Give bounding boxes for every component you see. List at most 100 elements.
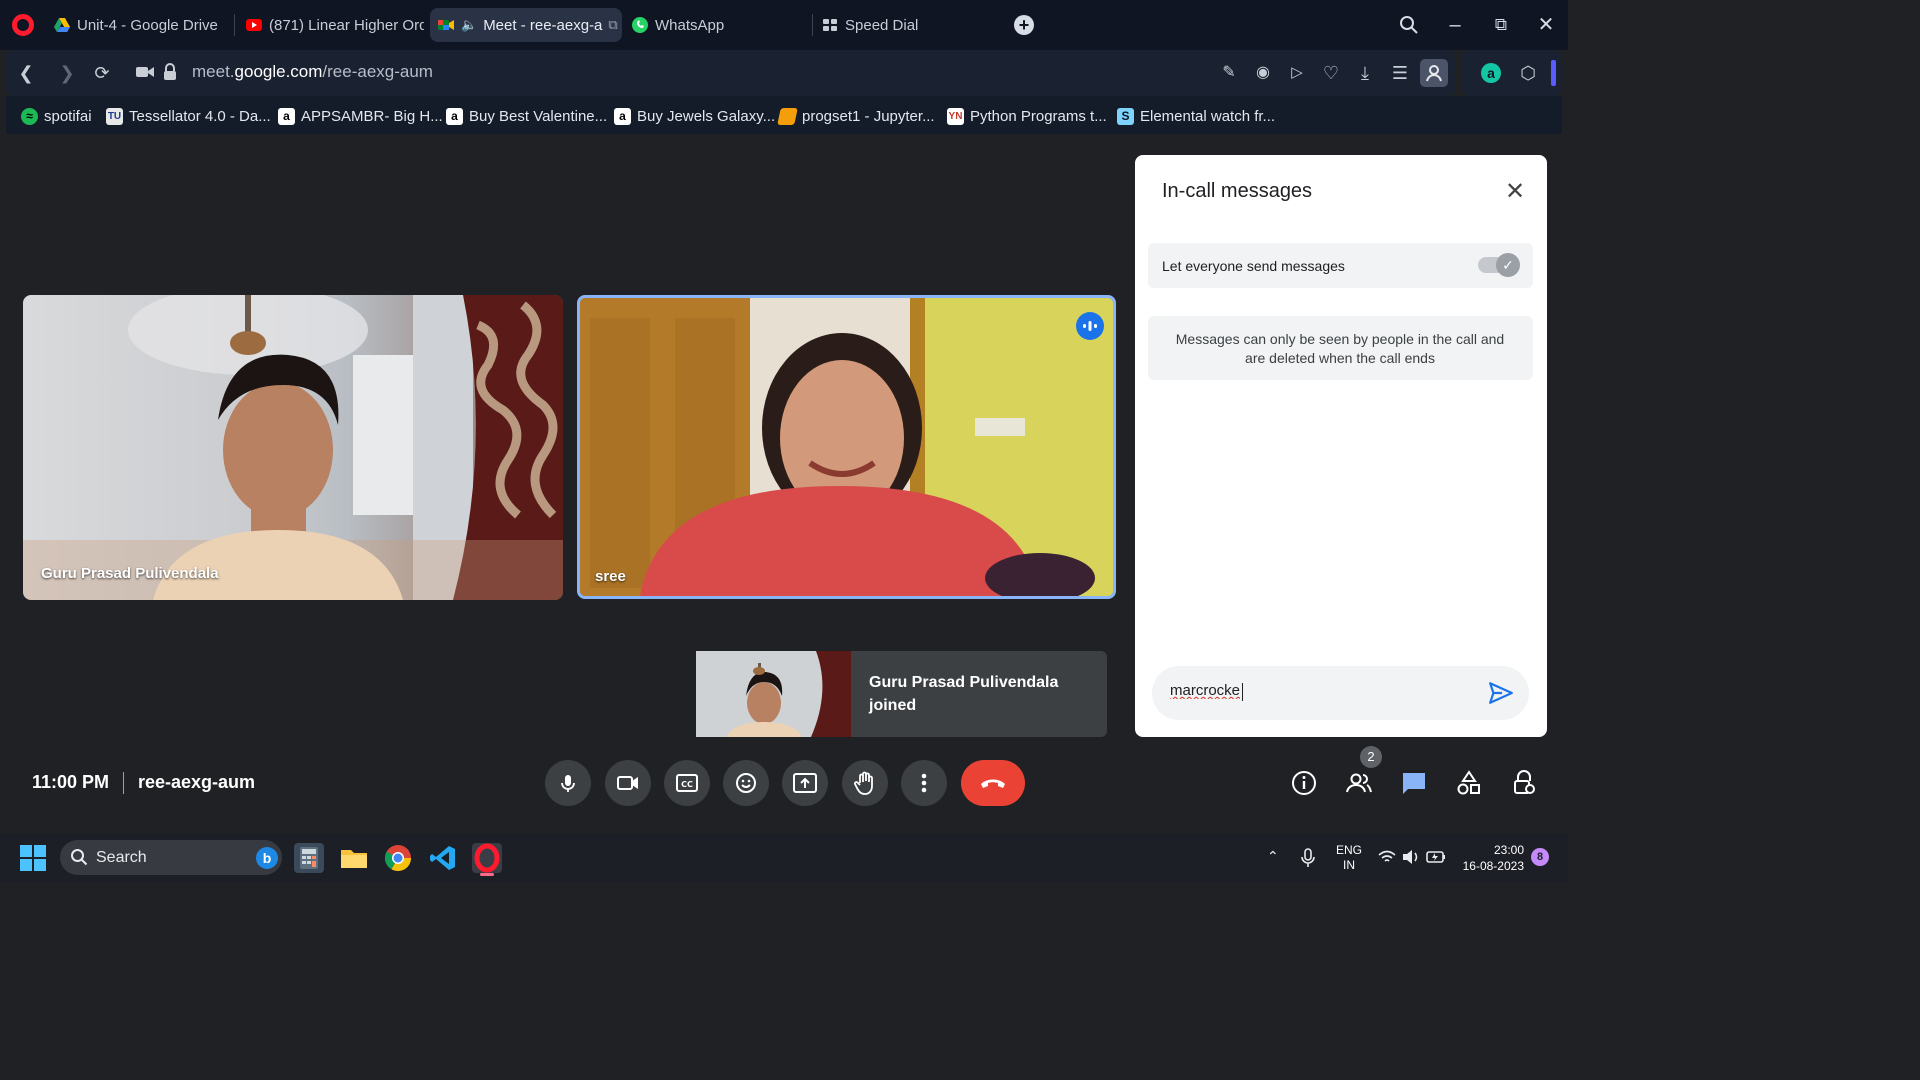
toggle-check-icon[interactable]: ✓ xyxy=(1496,253,1520,277)
tab-youtube[interactable]: (871) Linear Higher Ord xyxy=(238,8,424,42)
opera-menu-icon[interactable] xyxy=(12,14,34,36)
downloads-icon[interactable]: ⤓ xyxy=(1351,59,1379,87)
tab-label: Speed Dial xyxy=(845,16,919,34)
windows-logo-icon xyxy=(20,845,46,871)
microphone-in-use-icon[interactable] xyxy=(1300,848,1316,868)
pop-out-video-icon[interactable]: ⧉ xyxy=(608,17,617,33)
snapshot-camera-icon[interactable]: ◉ xyxy=(1249,59,1277,87)
bookmark-appsambr[interactable]: a APPSAMBR- Big H... xyxy=(278,106,443,126)
tessellator-icon: TU xyxy=(106,107,123,125)
tab-google-drive[interactable]: Unit-4 - Google Drive xyxy=(46,8,226,42)
notification-count-badge[interactable]: 8 xyxy=(1531,848,1549,866)
meeting-clock: 11:00 PM xyxy=(32,772,110,792)
leave-call-button[interactable] xyxy=(961,760,1025,806)
bookmark-label: Elemental watch fr... xyxy=(1140,107,1276,125)
start-button[interactable] xyxy=(20,845,46,871)
aria-ai-icon[interactable]: a xyxy=(1481,63,1501,83)
wifi-icon[interactable] xyxy=(1378,850,1396,864)
bookmark-label: Buy Best Valentine... xyxy=(469,107,608,125)
bookmark-tessellator[interactable]: TU Tessellator 4.0 - Da... xyxy=(106,106,271,126)
bookmark-label: Python Programs t... xyxy=(970,107,1107,125)
reload-icon[interactable]: ⟳ xyxy=(88,59,116,87)
tab-search-icon[interactable] xyxy=(1396,12,1422,38)
people-count-badge: 2 xyxy=(1360,746,1382,768)
messages-info-text: Messages can only be seen by people in t… xyxy=(1175,331,1505,366)
opera-app-icon[interactable] xyxy=(472,843,502,873)
forward-arrow-icon[interactable]: ❯ xyxy=(53,59,81,87)
taskbar-search-label: Search xyxy=(96,849,147,866)
participant-video-feed xyxy=(23,295,563,600)
hang-up-phone-icon xyxy=(981,779,1005,788)
reactions-button[interactable] xyxy=(723,760,769,806)
tab-speed-dial[interactable]: Speed Dial xyxy=(814,8,994,42)
microphone-button[interactable] xyxy=(545,760,591,806)
close-panel-icon[interactable]: ✕ xyxy=(1503,180,1527,204)
present-screen-icon xyxy=(793,773,817,793)
close-window-icon[interactable]: ✕ xyxy=(1533,12,1559,38)
flow-send-icon[interactable]: ▷ xyxy=(1283,59,1311,87)
camera-button[interactable] xyxy=(605,760,651,806)
participant-video-feed xyxy=(580,298,1113,596)
camera-in-use-icon[interactable] xyxy=(136,65,154,79)
bookmark-progset1[interactable]: progset1 - Jupyter... xyxy=(777,106,935,126)
panel-title: In-call messages xyxy=(1162,180,1313,202)
captions-button[interactable]: CC xyxy=(664,760,710,806)
minimize-window-icon[interactable]: – xyxy=(1442,12,1468,38)
back-arrow-icon[interactable]: ❮ xyxy=(12,59,40,87)
chat-button[interactable] xyxy=(1397,766,1431,800)
snap-edit-icon[interactable]: ✎ xyxy=(1215,59,1243,87)
taskbar-search-box[interactable] xyxy=(60,840,282,875)
bookmark-heart-icon[interactable]: ♡ xyxy=(1317,59,1345,87)
more-options-button[interactable] xyxy=(901,760,947,806)
activities-button[interactable] xyxy=(1452,766,1486,800)
send-message-icon[interactable] xyxy=(1488,680,1514,706)
bookmark-label: progset1 - Jupyter... xyxy=(802,107,935,125)
profile-button[interactable] xyxy=(1420,59,1448,87)
tab-google-meet[interactable]: 🔈 Meet - ree-aexg-a ⧉ xyxy=(430,8,622,42)
host-lock-icon xyxy=(1514,770,1535,794)
bookmark-spotifai[interactable]: ≈ spotifai xyxy=(21,106,92,126)
tab-label: Meet - ree-aexg-a xyxy=(483,16,603,34)
input-language-indicator[interactable]: ENG IN xyxy=(1334,843,1364,873)
file-explorer-app-icon[interactable] xyxy=(339,843,369,873)
extensions-cube-icon[interactable]: ⬡ xyxy=(1514,59,1542,87)
volume-icon[interactable] xyxy=(1402,849,1420,865)
chrome-app-icon[interactable] xyxy=(383,843,413,873)
present-screen-button[interactable] xyxy=(782,760,828,806)
message-input[interactable] xyxy=(1170,682,1470,699)
video-tile-participant-1[interactable]: Guru Prasad Pulivendala xyxy=(23,295,563,600)
people-button[interactable] xyxy=(1342,766,1376,800)
bookmark-jewels[interactable]: a Buy Jewels Galaxy... xyxy=(614,106,775,126)
audio-playing-icon[interactable]: 🔈 xyxy=(461,17,477,33)
calculator-app-icon[interactable] xyxy=(294,843,324,873)
tab-whatsapp[interactable]: WhatsApp xyxy=(624,8,804,42)
new-tab-button[interactable]: + xyxy=(1014,15,1034,35)
battery-charging-icon[interactable] xyxy=(1426,850,1446,864)
clock-time: 23:00 xyxy=(1493,843,1524,857)
video-tile-participant-2[interactable]: sree xyxy=(577,295,1116,599)
restore-window-icon[interactable]: ⧉ xyxy=(1488,12,1514,38)
url-field[interactable]: meet.google.com/ree-aexg-aum xyxy=(192,62,433,82)
bing-chat-icon[interactable]: b xyxy=(256,847,278,869)
bookmark-elemental[interactable]: S Elemental watch fr... xyxy=(1117,106,1275,126)
show-hidden-icons-chevron-icon[interactable]: ⌃ xyxy=(1267,848,1279,865)
vscode-app-icon[interactable] xyxy=(428,843,458,873)
participant-name: Guru Prasad Pulivendala xyxy=(41,565,219,582)
info-icon xyxy=(1292,771,1316,795)
bookmark-valentine[interactable]: a Buy Best Valentine... xyxy=(446,106,607,126)
system-clock[interactable]: 23:00 16-08-2023 xyxy=(1456,842,1524,874)
meeting-details-button[interactable] xyxy=(1287,766,1321,800)
host-controls-button[interactable] xyxy=(1507,766,1541,800)
tab-separator xyxy=(812,14,813,36)
bookmark-python-programs[interactable]: YN Python Programs t... xyxy=(947,106,1107,126)
tab-label: (871) Linear Higher Ord xyxy=(269,16,424,34)
whatsapp-icon xyxy=(632,17,648,33)
lock-icon[interactable] xyxy=(163,63,177,80)
easy-setup-icon[interactable]: ☰ xyxy=(1386,59,1414,87)
amazon-icon: a xyxy=(278,107,295,125)
youtube-icon xyxy=(246,19,262,31)
bookmark-label: APPSAMBR- Big H... xyxy=(301,107,443,125)
bookmark-label: spotifai xyxy=(44,107,92,125)
video-camera-icon xyxy=(617,776,638,790)
raise-hand-button[interactable] xyxy=(842,760,888,806)
